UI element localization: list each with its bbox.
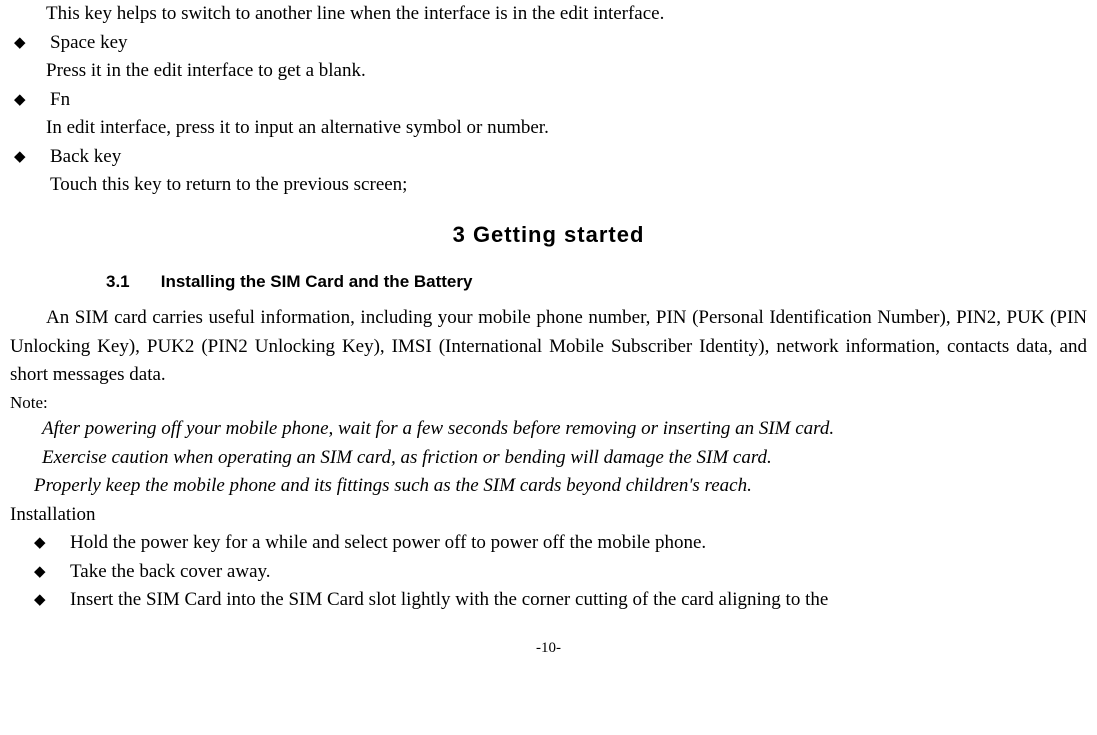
- list-item: ◆ Take the back cover away.: [10, 558, 1087, 587]
- continued-text: This key helps to switch to another line…: [46, 0, 1087, 29]
- page-number: -10-: [10, 637, 1087, 660]
- section-heading: 3.1 Installing the SIM Card and the Batt…: [106, 269, 1087, 295]
- diamond-icon: ◆: [10, 86, 50, 114]
- paragraph: An SIM card carries useful information, …: [10, 304, 1087, 390]
- diamond-icon: ◆: [10, 29, 50, 57]
- diamond-icon: ◆: [10, 529, 70, 557]
- install-label: Installation: [10, 501, 1087, 530]
- item-desc: Press it in the edit interface to get a …: [46, 57, 1087, 86]
- list-item: ◆ Insert the SIM Card into the SIM Card …: [10, 586, 1087, 615]
- note-label: Note:: [10, 390, 1087, 416]
- item-text: Insert the SIM Card into the SIM Card sl…: [70, 586, 1087, 615]
- chapter-heading: 3 Getting started: [10, 218, 1087, 251]
- section-title: Installing the SIM Card and the Battery: [161, 272, 473, 291]
- list-item: ◆ Hold the power key for a while and sel…: [10, 529, 1087, 558]
- diamond-icon: ◆: [10, 586, 70, 614]
- item-desc: In edit interface, press it to input an …: [46, 114, 1087, 143]
- note-text: Exercise caution when operating an SIM c…: [42, 444, 1087, 473]
- diamond-icon: ◆: [10, 558, 70, 586]
- item-title: Back key: [50, 143, 1087, 172]
- list-item: ◆ Back key: [10, 143, 1087, 172]
- note-text: After powering off your mobile phone, wa…: [42, 415, 1087, 444]
- item-text: Hold the power key for a while and selec…: [70, 529, 1087, 558]
- item-title: Fn: [50, 86, 1087, 115]
- item-title: Space key: [50, 29, 1087, 58]
- list-item: ◆ Fn: [10, 86, 1087, 115]
- section-number: 3.1: [106, 269, 156, 295]
- diamond-icon: ◆: [10, 143, 50, 171]
- note-text: Properly keep the mobile phone and its f…: [34, 472, 1087, 501]
- item-text: Take the back cover away.: [70, 558, 1087, 587]
- list-item: ◆ Space key: [10, 29, 1087, 58]
- item-desc: Touch this key to return to the previous…: [50, 171, 1087, 200]
